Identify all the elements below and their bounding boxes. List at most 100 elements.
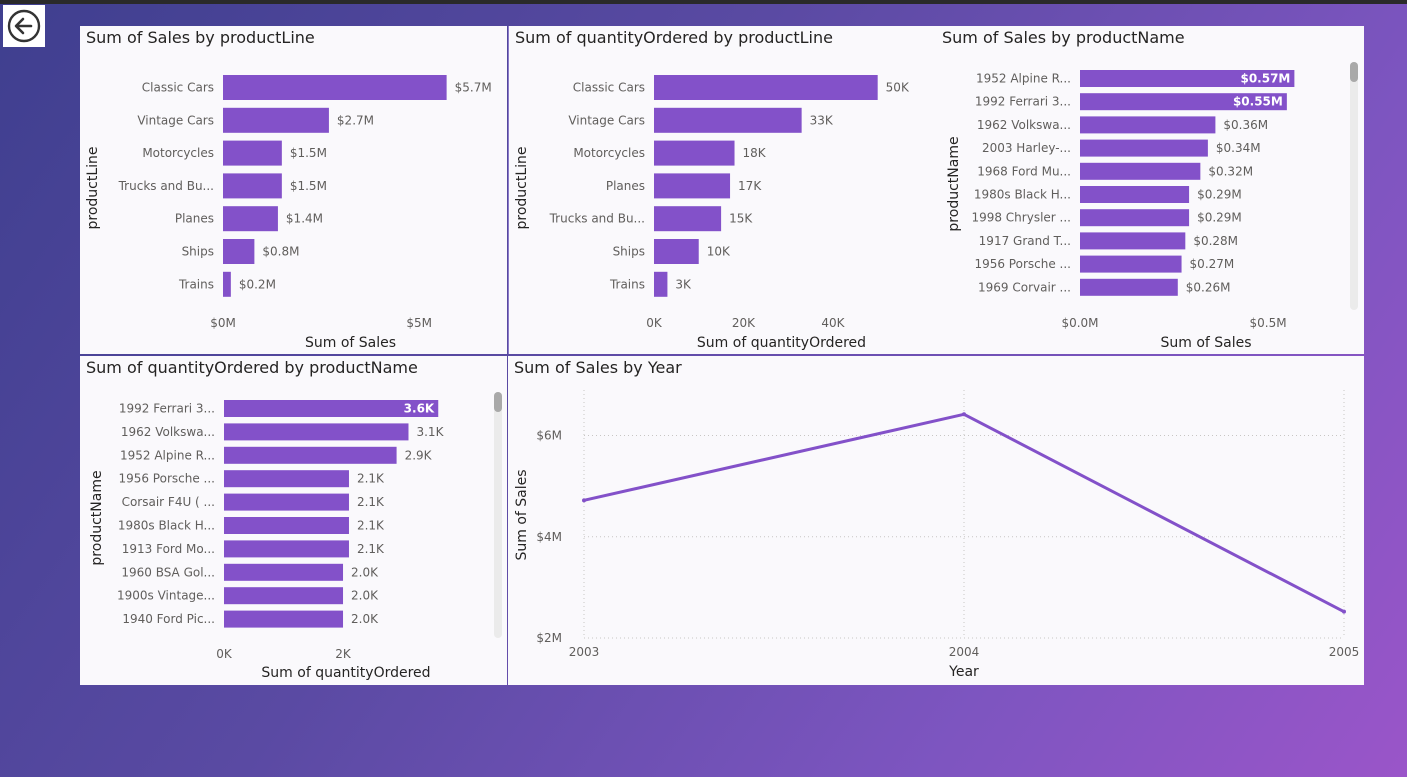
vertical-scrollbar[interactable] <box>494 392 502 638</box>
data-point[interactable] <box>1342 609 1346 614</box>
data-label: 17K <box>738 179 762 193</box>
bar[interactable] <box>1080 232 1186 250</box>
data-label: $0.29M <box>1197 211 1242 225</box>
y-tick-label: $4M <box>536 530 562 544</box>
category-label: Motorcycles <box>142 146 214 160</box>
category-label: 1956 Porsche ... <box>118 472 215 486</box>
bar[interactable] <box>224 493 349 511</box>
bar[interactable] <box>654 140 735 166</box>
category-label: Trains <box>178 277 214 291</box>
bar[interactable] <box>1080 186 1190 203</box>
bar[interactable] <box>223 140 282 166</box>
category-label: Planes <box>606 179 645 193</box>
scrollbar-thumb[interactable] <box>1350 62 1358 82</box>
bar[interactable] <box>654 271 668 297</box>
category-label: 1980s Black H... <box>118 519 215 533</box>
data-label: $0.27M <box>1190 257 1235 271</box>
category-label: Planes <box>175 212 214 226</box>
bar-chart-plot: 1992 Ferrari 3... 3.6K 1962 Volkswa... 3.1K… <box>89 400 445 681</box>
category-label: Vintage Cars <box>568 113 645 127</box>
vertical-scrollbar[interactable] <box>1350 62 1358 310</box>
category-label: 1917 Grand T... <box>979 234 1071 248</box>
data-label: 2.0K <box>351 565 379 579</box>
data-label: $0.28M <box>1193 234 1238 248</box>
category-label: Corsair F4U ( ... <box>122 495 215 509</box>
chart-sales-by-productline[interactable]: Sum of Sales by productLine Classic Cars… <box>80 26 507 354</box>
bar[interactable] <box>1080 139 1208 157</box>
bar-chart-plot: Classic Cars 50K Vintage Cars 33K Motorcycle… <box>514 75 910 351</box>
data-label: 2.9K <box>405 448 433 462</box>
bar[interactable] <box>223 107 329 133</box>
bar[interactable] <box>1080 278 1178 296</box>
data-label: $0.36M <box>1223 118 1268 132</box>
bar[interactable] <box>224 587 344 605</box>
data-label: 2.1K <box>357 495 385 509</box>
bar-chart-plot: Classic Cars $5.7M Vintage Cars $2.7M Motorc… <box>85 75 492 351</box>
data-label: 2.1K <box>357 472 385 486</box>
data-label: $0.55M <box>1233 95 1283 109</box>
bar[interactable] <box>1080 255 1182 273</box>
x-axis-title: Sum of quantityOrdered <box>697 335 866 351</box>
bar[interactable] <box>224 446 397 464</box>
scrollbar-thumb[interactable] <box>494 392 502 412</box>
data-label: $0.57M <box>1240 72 1290 86</box>
data-point[interactable] <box>962 412 966 417</box>
bar[interactable] <box>224 517 349 534</box>
category-label: Ships <box>613 245 645 259</box>
bar[interactable] <box>654 107 802 133</box>
chart-sales-by-productname[interactable]: Sum of Sales by productName 1952 Alpine … <box>936 26 1364 354</box>
bar[interactable] <box>654 206 722 232</box>
category-label: Trains <box>609 277 645 291</box>
x-tick-label: $5M <box>406 316 432 330</box>
category-label: Classic Cars <box>573 81 645 95</box>
bar[interactable] <box>223 75 447 100</box>
bar[interactable] <box>224 423 409 441</box>
back-button[interactable] <box>3 5 45 47</box>
category-label: 1980s Black H... <box>974 188 1071 202</box>
data-label: 18K <box>743 146 767 160</box>
category-label: 1962 Volkswa... <box>121 425 215 439</box>
category-label: 1992 Ferrari 3... <box>119 402 215 416</box>
category-label: 1969 Corvair ... <box>978 280 1071 294</box>
bar[interactable] <box>654 173 731 199</box>
category-label: Motorcycles <box>573 146 645 160</box>
category-label: Ships <box>182 245 214 259</box>
bar[interactable] <box>224 610 344 628</box>
x-tick-label: $0M <box>210 316 236 330</box>
bar[interactable] <box>1080 116 1216 134</box>
data-label: $0.8M <box>262 245 299 259</box>
bar[interactable] <box>224 470 349 488</box>
chart-sales-by-year[interactable]: Sum of Sales by Year $2M $4M $6M 2003 2004 20… <box>508 356 1364 685</box>
x-tick-label: 0K <box>216 647 233 661</box>
chart-quantity-by-productline[interactable]: Sum of quantityOrdered by productLine Cl… <box>508 26 936 354</box>
chart-quantity-by-productname[interactable]: Sum of quantityOrdered by productName 19… <box>80 356 507 685</box>
bar[interactable] <box>223 239 255 264</box>
data-label: $0.29M <box>1197 188 1242 202</box>
bar[interactable] <box>1080 162 1201 180</box>
category-label: Trucks and Bu... <box>549 212 645 226</box>
x-tick-label: 40K <box>821 316 845 330</box>
x-tick-label: 0K <box>646 316 663 330</box>
category-label: Trucks and Bu... <box>118 179 214 193</box>
bar[interactable] <box>223 271 231 297</box>
data-point[interactable] <box>582 498 586 503</box>
y-axis-title: productName <box>946 136 962 231</box>
data-label: $5.7M <box>455 81 492 95</box>
x-axis-title: Sum of Sales <box>1160 335 1251 351</box>
bar[interactable] <box>223 173 282 199</box>
top-bar <box>0 0 1407 4</box>
data-label: 2.0K <box>351 589 379 603</box>
x-axis-title: Year <box>948 664 979 680</box>
bar[interactable] <box>1080 209 1190 227</box>
x-tick-label: 2003 <box>569 645 600 659</box>
category-label: 1900s Vintage... <box>117 589 215 603</box>
data-label: $0.2M <box>239 277 276 291</box>
bar[interactable] <box>223 206 278 232</box>
y-tick-label: $2M <box>536 631 562 645</box>
bar[interactable] <box>224 540 349 558</box>
data-label: 50K <box>886 81 910 95</box>
bar[interactable] <box>654 239 699 264</box>
bar[interactable] <box>654 75 878 100</box>
category-label: 2003 Harley-... <box>982 141 1071 155</box>
bar[interactable] <box>224 563 344 581</box>
